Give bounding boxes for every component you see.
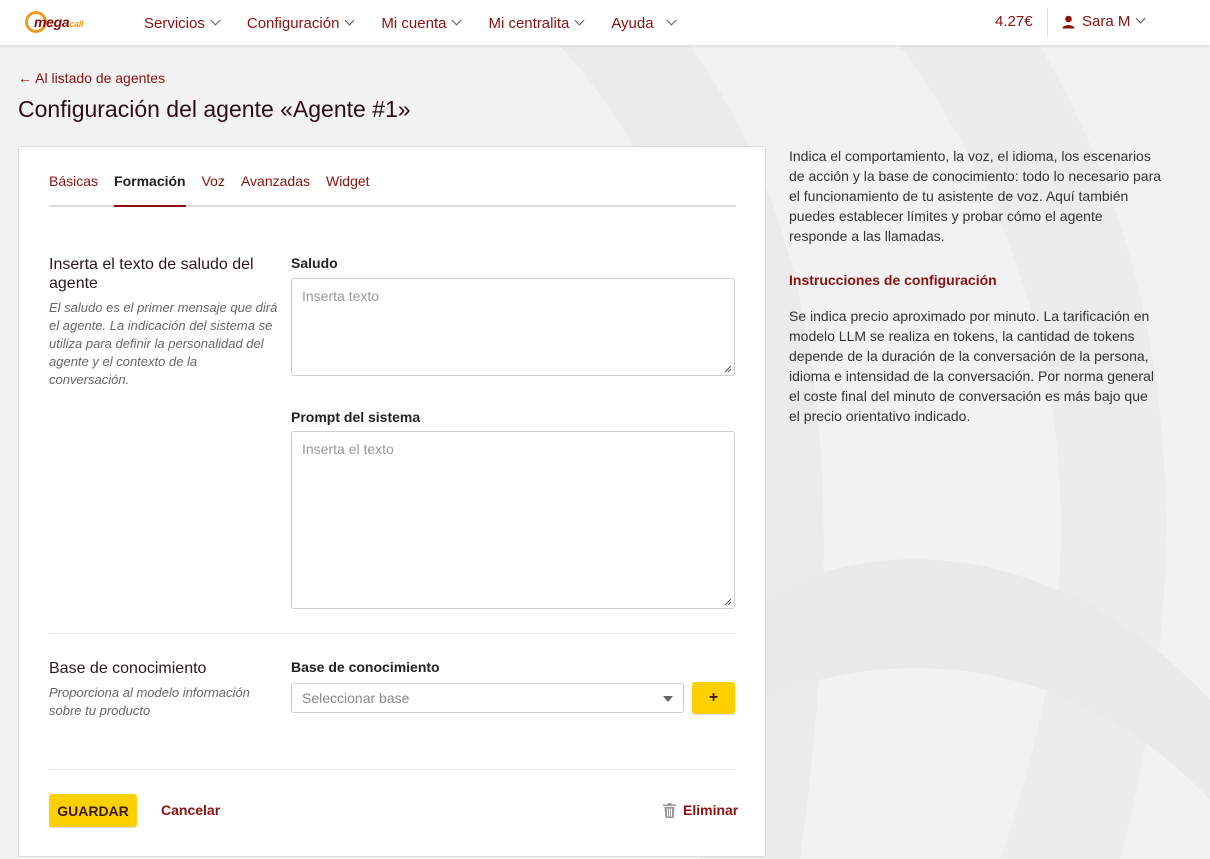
user-menu[interactable]: Sara M bbox=[1062, 13, 1146, 30]
account-balance[interactable]: 4.27€ bbox=[995, 13, 1033, 30]
delete-button[interactable]: Eliminar bbox=[663, 802, 738, 818]
nav-ayuda-label: Ayuda bbox=[611, 14, 654, 32]
trash-icon bbox=[663, 802, 676, 818]
tab-bar: Básicas Formación Voz Avanzadas Widget bbox=[49, 173, 736, 207]
tab-formacion[interactable]: Formación bbox=[114, 173, 186, 207]
cancel-button[interactable]: Cancelar bbox=[161, 802, 220, 818]
top-navigation-bar: megacall Servicios Configuración Mi cuen… bbox=[0, 0, 1210, 46]
nav-mi-centralita-label: Mi centralita bbox=[488, 14, 570, 32]
config-instructions-heading: Instrucciones de configuración bbox=[789, 272, 997, 288]
info-intro-text: Indica el comportamiento, la voz, el idi… bbox=[789, 148, 1162, 244]
tab-basicas[interactable]: Básicas bbox=[49, 173, 98, 207]
greeting-section-title: Inserta el texto de saludo del agente bbox=[49, 256, 254, 292]
page-title: Configuración del agente «Agente #1» bbox=[18, 96, 411, 122]
system-prompt-textarea[interactable]: Inserta el texto bbox=[291, 431, 735, 609]
knowledge-base-select[interactable]: Seleccionar base bbox=[291, 683, 684, 713]
save-button[interactable]: GUARDAR bbox=[49, 794, 137, 827]
nav-mi-cuenta-label: Mi cuenta bbox=[381, 14, 447, 32]
config-instructions-text: Se indica precio aproximado por minuto. … bbox=[789, 308, 1154, 424]
tab-voz[interactable]: Voz bbox=[202, 173, 225, 207]
dropdown-caret-icon bbox=[663, 696, 673, 702]
back-to-agents-link[interactable]: ← Al listado de agentes bbox=[18, 70, 165, 86]
user-icon bbox=[1062, 15, 1075, 28]
megacall-logo[interactable]: megacall bbox=[25, 10, 84, 34]
chevron-down-icon bbox=[574, 15, 585, 25]
logo-text: mega bbox=[34, 14, 70, 30]
add-knowledge-base-button[interactable]: + bbox=[692, 682, 735, 714]
chevron-down-icon bbox=[210, 15, 221, 25]
tab-widget[interactable]: Widget bbox=[326, 173, 370, 207]
tab-avanzadas[interactable]: Avanzadas bbox=[241, 173, 310, 207]
delete-label: Eliminar bbox=[683, 802, 739, 818]
chevron-down-icon bbox=[452, 15, 462, 25]
logo-text-suffix: call bbox=[69, 19, 84, 29]
nav-configuracion[interactable]: Configuración bbox=[246, 14, 355, 32]
knowledge-section-description: Proporciona al modelo información sobre … bbox=[49, 685, 250, 718]
knowledge-base-label: Base de conocimiento bbox=[291, 659, 440, 675]
chevron-down-icon bbox=[344, 15, 355, 25]
knowledge-section-title: Base de conocimiento bbox=[49, 660, 207, 677]
chevron-down-icon bbox=[666, 15, 677, 25]
actions-divider bbox=[49, 769, 736, 770]
main-nav: Servicios Configuración Mi cuenta Mi cen… bbox=[144, 0, 703, 46]
user-name: Sara M bbox=[1082, 13, 1131, 30]
chevron-down-icon bbox=[1135, 13, 1146, 24]
knowledge-base-placeholder: Seleccionar base bbox=[302, 690, 410, 706]
greeting-textarea[interactable]: Inserta texto bbox=[291, 278, 735, 376]
greeting-section-description: El saludo es el primer mensaje que dirá … bbox=[49, 300, 278, 387]
greeting-placeholder: Inserta texto bbox=[302, 288, 380, 304]
header-divider bbox=[1047, 8, 1048, 37]
resize-handle-icon[interactable] bbox=[723, 597, 732, 606]
agent-config-card: Básicas Formación Voz Avanzadas Widget I… bbox=[18, 146, 766, 857]
nav-servicios[interactable]: Servicios bbox=[144, 14, 221, 32]
system-prompt-label: Prompt del sistema bbox=[291, 409, 421, 425]
nav-mi-centralita[interactable]: Mi centralita bbox=[488, 14, 585, 32]
nav-mi-cuenta[interactable]: Mi cuenta bbox=[381, 14, 462, 32]
nav-ayuda[interactable]: Ayuda bbox=[611, 14, 677, 32]
greeting-label: Saludo bbox=[291, 255, 338, 271]
resize-handle-icon[interactable] bbox=[723, 364, 732, 373]
nav-configuracion-label: Configuración bbox=[246, 14, 340, 32]
section-divider bbox=[49, 633, 736, 634]
system-prompt-placeholder: Inserta el texto bbox=[302, 441, 394, 457]
nav-servicios-label: Servicios bbox=[144, 14, 205, 32]
